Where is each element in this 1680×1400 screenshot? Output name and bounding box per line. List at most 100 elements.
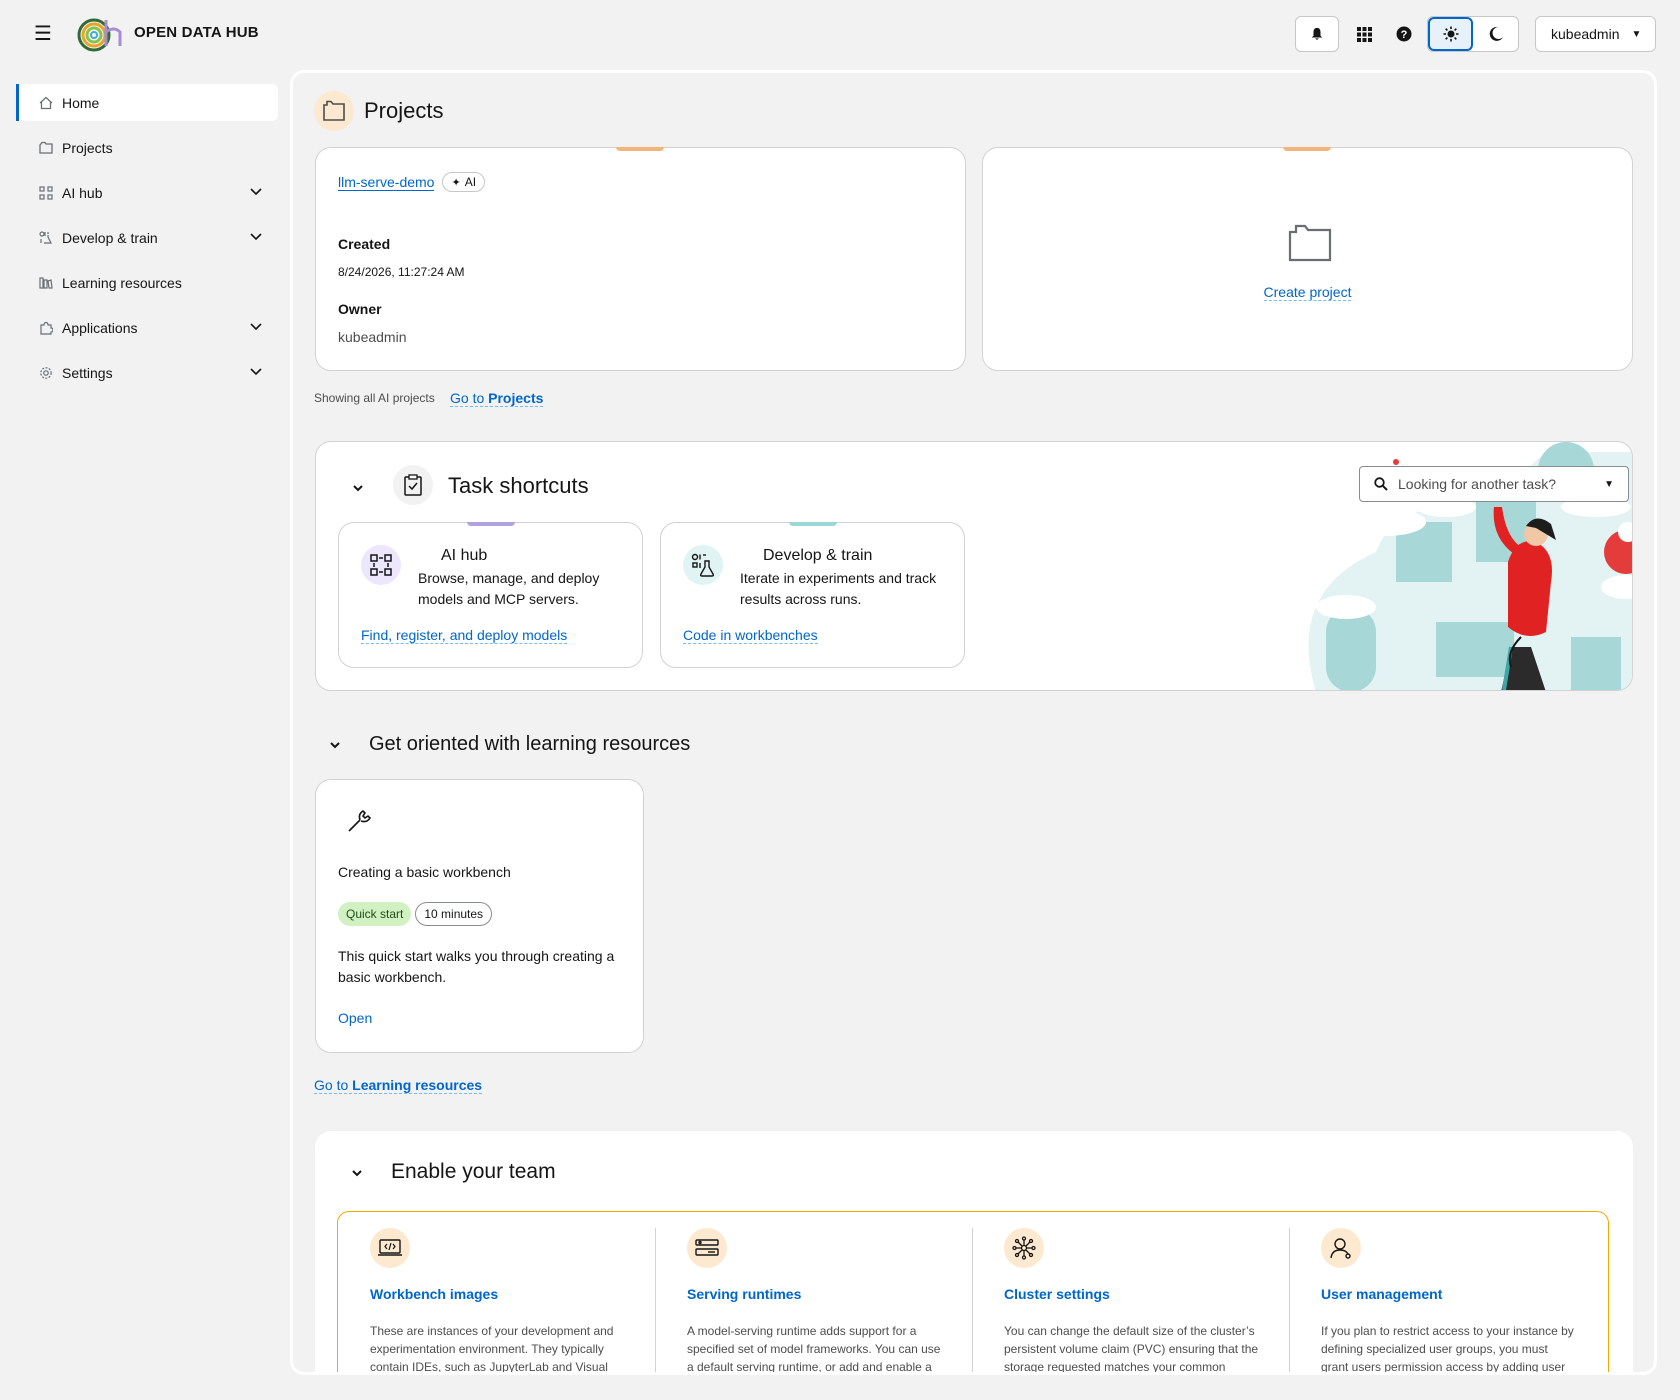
team-item-description: If you plan to restrict access to your i… [1321,1324,1574,1374]
open-quick-start-link[interactable]: Open [338,1010,372,1026]
user-management-icon-wrap [1321,1228,1361,1268]
light-theme-button[interactable] [1428,17,1474,51]
chevron-down-icon[interactable] [248,183,264,199]
app-launcher-button[interactable] [1342,16,1386,52]
checklist-icon [404,474,422,496]
sidebar-item-home[interactable]: Home [16,84,278,121]
learning-title: Get oriented with learning resources [369,733,691,755]
go-to-target: Projects [488,390,544,406]
owner-value: kubeadmin [338,329,407,345]
sidebar-item-label: Home [62,94,100,111]
go-to-prefix: Go to [450,390,489,406]
task-search-placeholder: Looking for another task? [1398,476,1556,492]
go-to-projects-link[interactable]: Go to Projects [450,390,544,407]
main-content: Projects llm-serve-demo ✦ AI Created 8/24… [290,70,1657,1375]
sun-icon [1443,26,1459,42]
card-accent [467,522,515,526]
find-register-deploy-link[interactable]: Find, register, and deploy models [361,627,568,644]
help-button[interactable]: ? [1382,16,1426,52]
ai-badge-label: AI [464,175,477,189]
server-icon [695,1239,719,1256]
shortcut-card-develop-train: Develop & train Iterate in experiments a… [660,522,965,668]
cluster-icon [1012,1236,1036,1260]
sidebar-item-label: AI hub [62,184,103,201]
user-icon [1330,1238,1351,1259]
dark-theme-button[interactable] [1473,17,1518,51]
quick-start-tag: Quick start [338,902,412,926]
enable-team-panel: Enable your team Workbench images These … [315,1131,1633,1374]
develop-icon-wrap [683,545,723,585]
owner-label: Owner [338,301,382,317]
theme-toggle[interactable] [1427,16,1519,52]
moon-icon [1489,26,1503,41]
project-name-row: llm-serve-demo ✦ AI [338,172,486,192]
team-item-description: These are instances of your development … [370,1324,614,1374]
team-item-title-link[interactable]: Workbench images [370,1286,498,1302]
sidebar-item-settings[interactable]: Settings [16,354,278,391]
team-item-description: A model-serving runtime adds support for… [687,1324,941,1374]
workbench-images-icon-wrap [370,1228,410,1268]
cluster-settings-icon-wrap [1004,1228,1044,1268]
showing-projects-text: Showing all AI projects [314,391,435,405]
create-project-card[interactable]: Create project [982,147,1633,371]
sidebar-item-projects[interactable]: Projects [16,129,278,166]
go-to-learning-resources-link[interactable]: Go to Learning resources [314,1077,483,1094]
sidebar-item-learning-resources[interactable]: Learning resources [16,264,278,301]
sidebar-nav: Home Projects AI hub Develop & train Lea… [16,84,278,399]
chevron-down-icon[interactable] [248,318,264,334]
notifications-button[interactable] [1295,16,1339,52]
shortcut-title: AI hub [441,547,488,564]
shortcut-description: Iterate in experiments and track results… [740,570,937,607]
code-monitor-icon [378,1239,402,1256]
shortcut-title: Develop & train [763,547,873,564]
caret-down-icon: ▼ [1604,478,1614,490]
team-item-title-link[interactable]: Cluster settings [1004,1286,1110,1302]
chevron-down-icon[interactable] [248,363,264,379]
develop-icon [691,553,715,577]
team-resources-card: Workbench images These are instances of … [337,1211,1609,1374]
projects-title: Projects [364,98,444,123]
puzzle-icon [38,320,54,336]
hamburger-menu-icon[interactable]: ☰ [34,24,54,44]
grid-icon [1356,26,1372,42]
sidebar-item-ai-hub[interactable]: AI hub [16,174,278,211]
chevron-down-icon[interactable] [248,228,264,244]
sidebar-item-label: Settings [62,364,113,381]
chevron-down-icon[interactable] [349,1165,365,1181]
gear-icon [38,365,54,381]
task-search-select[interactable]: Looking for another task? ▼ [1359,466,1629,502]
sidebar-item-label: Learning resources [62,274,182,291]
learning-resource-card[interactable]: Creating a basic workbench Quick start 1… [315,779,644,1053]
team-item-workbench-images: Workbench images These are instances of … [338,1212,655,1374]
project-name-link[interactable]: llm-serve-demo [338,174,435,191]
wrench-icon [348,809,372,832]
user-menu-button[interactable]: kubeadmin ▼ [1535,16,1656,52]
enable-team-title: Enable your team [391,1160,556,1183]
sidebar-item-develop-train[interactable]: Develop & train [16,219,278,256]
sidebar-item-applications[interactable]: Applications [16,309,278,346]
chevron-down-icon[interactable] [327,737,343,753]
caret-down-icon: ▼ [1631,28,1642,40]
team-item-cluster-settings: Cluster settings You can change the defa… [972,1212,1289,1374]
team-item-description: You can change the default size of the c… [1004,1324,1259,1374]
create-project-wrap: Create project [983,284,1632,301]
team-item-user-management: User management If you plan to restrict … [1289,1212,1606,1374]
card-accent [1283,147,1331,151]
team-item-title-link[interactable]: Serving runtimes [687,1286,801,1302]
shortcut-card-ai-hub: AI hub Browse, manage, and deploy models… [338,522,643,668]
go-to-prefix: Go to [314,1077,353,1093]
team-item-title-link[interactable]: User management [1321,1286,1442,1302]
created-value: 8/24/2026, 11:27:24 AM [338,265,465,279]
learning-card-tags: Quick start 10 minutes [338,902,493,926]
chevron-down-icon[interactable] [350,480,366,496]
go-to-target: Learning resources [352,1077,483,1093]
home-icon [38,95,54,111]
card-accent [789,522,837,526]
ai-hub-icon-wrap [361,545,401,585]
create-project-link[interactable]: Create project [1263,284,1352,301]
sparkle-icon: ✦ [451,176,461,189]
learning-card-title: Creating a basic workbench [338,864,511,880]
learning-card-description: This quick start walks you through creat… [338,948,615,985]
code-in-workbenches-link[interactable]: Code in workbenches [683,627,818,644]
projects-section-icon [314,91,354,131]
